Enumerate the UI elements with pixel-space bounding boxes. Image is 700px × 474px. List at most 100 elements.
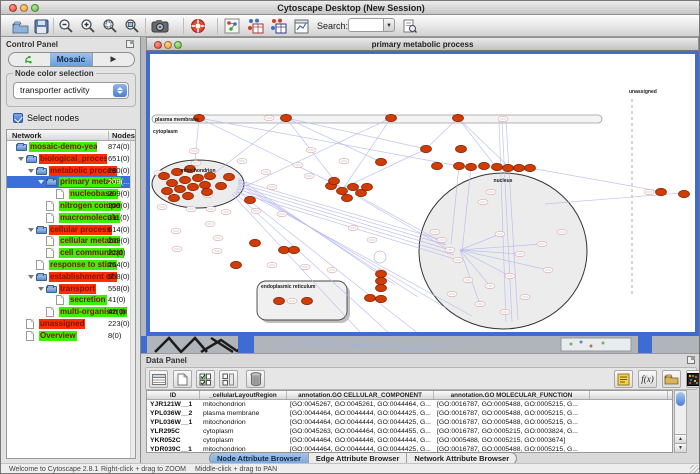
table-row[interactable]: YPL036W__2plasma membrane[GO:0044464, GO… xyxy=(147,409,672,418)
network-view-window[interactable]: primary metabolic process plasma membran… xyxy=(146,37,699,336)
expand-arrow-icon[interactable] xyxy=(28,228,34,232)
tree-row[interactable]: nitrogen compo209(0) xyxy=(7,200,136,212)
import-edge-attributes-icon[interactable] xyxy=(269,17,287,35)
tree-row[interactable]: cell communicat22(0) xyxy=(7,247,136,259)
table-row[interactable]: YKR052Ccytoplasm[GO:0044464, GO:0044446,… xyxy=(147,436,672,445)
attribute-table[interactable]: ID_cellularLayoutRegionannotation.GO CEL… xyxy=(146,390,673,453)
float-panel-icon[interactable] xyxy=(126,40,134,48)
zoom-fit-icon[interactable] xyxy=(123,17,141,35)
tree-row[interactable]: establishment of lo558(0) xyxy=(7,271,136,283)
new-attribute-icon[interactable] xyxy=(173,370,192,388)
tree-row[interactable]: multi-organism pro42(0) xyxy=(7,306,136,318)
expand-arrow-icon[interactable] xyxy=(38,180,44,184)
expand-arrow-icon[interactable] xyxy=(28,169,34,173)
column-header[interactable]: _cellularLayoutRegion xyxy=(200,391,287,399)
table-cell: [GO:0044464, GO:0044444, GO:0044425, G..… xyxy=(287,418,434,427)
tree-node-label: cellular process xyxy=(49,225,112,235)
folder-icon xyxy=(36,168,47,175)
network-tree-header[interactable]: Network Nodes xyxy=(7,130,135,141)
table-cell xyxy=(590,427,668,436)
expand-arrow-icon[interactable] xyxy=(28,275,34,279)
group-label: Node color selection xyxy=(13,69,96,78)
folder-icon xyxy=(46,286,57,293)
select-attributes-icon[interactable] xyxy=(196,370,215,388)
table-cell: [GO:0044464, GO:0044446, GO:0044444, G..… xyxy=(287,436,434,445)
table-row[interactable]: YLR295Ccytoplasm[GO:0045263, GO:0044464,… xyxy=(147,427,672,436)
attribute-table-header[interactable]: ID_cellularLayoutRegionannotation.GO CEL… xyxy=(147,391,672,400)
expression-matrix-icon[interactable] xyxy=(686,370,700,388)
tree-row[interactable]: macromolecule311(0) xyxy=(7,212,136,224)
unselect-attributes-icon[interactable] xyxy=(219,370,238,388)
tree-row[interactable]: metabolic process280(0) xyxy=(7,165,136,177)
data-panel-toolbar: f(x) xyxy=(145,367,697,390)
tree-row[interactable]: secretion41(0) xyxy=(7,294,136,306)
zoom-out-icon[interactable] xyxy=(57,17,75,35)
help-icon[interactable] xyxy=(189,17,207,35)
table-row[interactable]: YPL036W__1mitochondrion[GO:0044464, GO:0… xyxy=(147,418,672,427)
table-cell: [GO:0016787, GO:0005488, GO:0005215, G..… xyxy=(434,418,590,427)
scroll-down-arrow[interactable]: ▼ xyxy=(675,443,686,452)
scroll-up-arrow[interactable]: ▲ xyxy=(675,434,686,443)
zoom-selected-icon[interactable] xyxy=(101,17,119,35)
node-count: 42(0) xyxy=(108,307,126,316)
expand-arrow-icon[interactable] xyxy=(38,287,44,291)
import-attributes-icon[interactable] xyxy=(662,370,681,388)
expand-arrow-icon[interactable] xyxy=(18,157,24,161)
tree-node-label: Overview xyxy=(39,331,77,341)
node-color-dropdown[interactable]: transporter activity xyxy=(13,82,129,99)
cytoscape-desktop: Cytoscape Desktop (New Session) xyxy=(0,0,700,474)
tree-row[interactable]: nucleobase-209(0) xyxy=(7,188,136,200)
table-cell: YDR039C__1 xyxy=(147,445,200,454)
import-node-attributes-icon[interactable] xyxy=(246,17,264,35)
status-hint-pan: Middle-click + drag to PAN xyxy=(195,466,277,473)
search-dropdown-arrow[interactable]: ▼ xyxy=(384,18,395,32)
file-icon xyxy=(26,331,34,341)
tree-row[interactable]: primary metabo209(... xyxy=(7,176,136,188)
scrollbar-thumb[interactable] xyxy=(676,392,685,406)
tree-row[interactable]: cellular metabo209(0) xyxy=(7,235,136,247)
open-session-icon[interactable] xyxy=(11,17,29,35)
import-expression-matrix-icon[interactable] xyxy=(292,17,310,35)
search-input[interactable] xyxy=(348,18,384,32)
svg-text:plasma membrane: plasma membrane xyxy=(155,117,199,123)
app-title: Cytoscape Desktop (New Session) xyxy=(1,3,700,13)
tree-scrollbar[interactable] xyxy=(130,141,135,458)
tab-network[interactable]: Network xyxy=(9,53,50,66)
resize-grip-icon[interactable] xyxy=(690,465,700,474)
column-header[interactable]: ID xyxy=(147,391,200,399)
column-header[interactable] xyxy=(590,391,668,399)
select-nodes-checkbox[interactable] xyxy=(13,113,23,123)
svg-text:unassigned: unassigned xyxy=(629,89,657,95)
save-session-icon[interactable] xyxy=(32,17,50,35)
manage-network-view-icon[interactable] xyxy=(223,17,241,35)
zoom-in-icon[interactable] xyxy=(79,17,97,35)
tree-row[interactable]: cellular process614(0) xyxy=(7,224,136,236)
tree-row[interactable]: transport558(0) xyxy=(7,283,136,295)
folder-icon xyxy=(26,156,37,163)
float-data-panel-icon[interactable] xyxy=(687,356,695,364)
tree-row[interactable]: mosaic-demo-yeast874(0) xyxy=(7,141,136,153)
status-hint-zoom: Right-click + drag to ZOOM xyxy=(101,466,186,473)
delete-attribute-icon[interactable] xyxy=(246,370,265,388)
tab-overflow-arrow[interactable]: ▶ xyxy=(92,53,134,66)
tree-row[interactable]: biological_process651(0) xyxy=(7,153,136,165)
tree-row[interactable]: unassigned223(0) xyxy=(7,318,136,330)
control-panel-tabs: Network Mosaic ▶ xyxy=(8,52,135,67)
network-window-titlebar[interactable]: primary metabolic process xyxy=(146,37,699,51)
tree-row[interactable]: response to stimulu264(0) xyxy=(7,259,136,271)
column-layout-icon[interactable] xyxy=(149,370,168,388)
tree-row[interactable]: Overview8(0) xyxy=(7,330,136,342)
attribute-batch-editor-icon[interactable] xyxy=(614,370,633,388)
tab-mosaic[interactable]: Mosaic xyxy=(50,53,91,66)
column-header[interactable]: annotation.GO MOLECULAR_FUNCTION xyxy=(434,391,590,399)
function-builder-icon[interactable]: f(x) xyxy=(638,370,657,388)
refine-search-icon[interactable] xyxy=(401,17,419,35)
snapshot-icon[interactable] xyxy=(151,17,169,35)
table-row[interactable]: YJR121W__1mitochondrion[GO:0045267, GO:0… xyxy=(147,400,672,409)
folder-icon xyxy=(36,227,47,234)
table-cell: mitochondrion xyxy=(200,418,287,427)
table-vertical-scrollbar[interactable]: ▲ ▼ xyxy=(674,390,687,453)
network-canvas[interactable]: plasma membranecytoplasmmitochondrionnuc… xyxy=(150,54,695,332)
node-count: 209(0) xyxy=(108,236,130,245)
column-header[interactable]: annotation.GO CELLULAR_COMPONENT xyxy=(287,391,434,399)
